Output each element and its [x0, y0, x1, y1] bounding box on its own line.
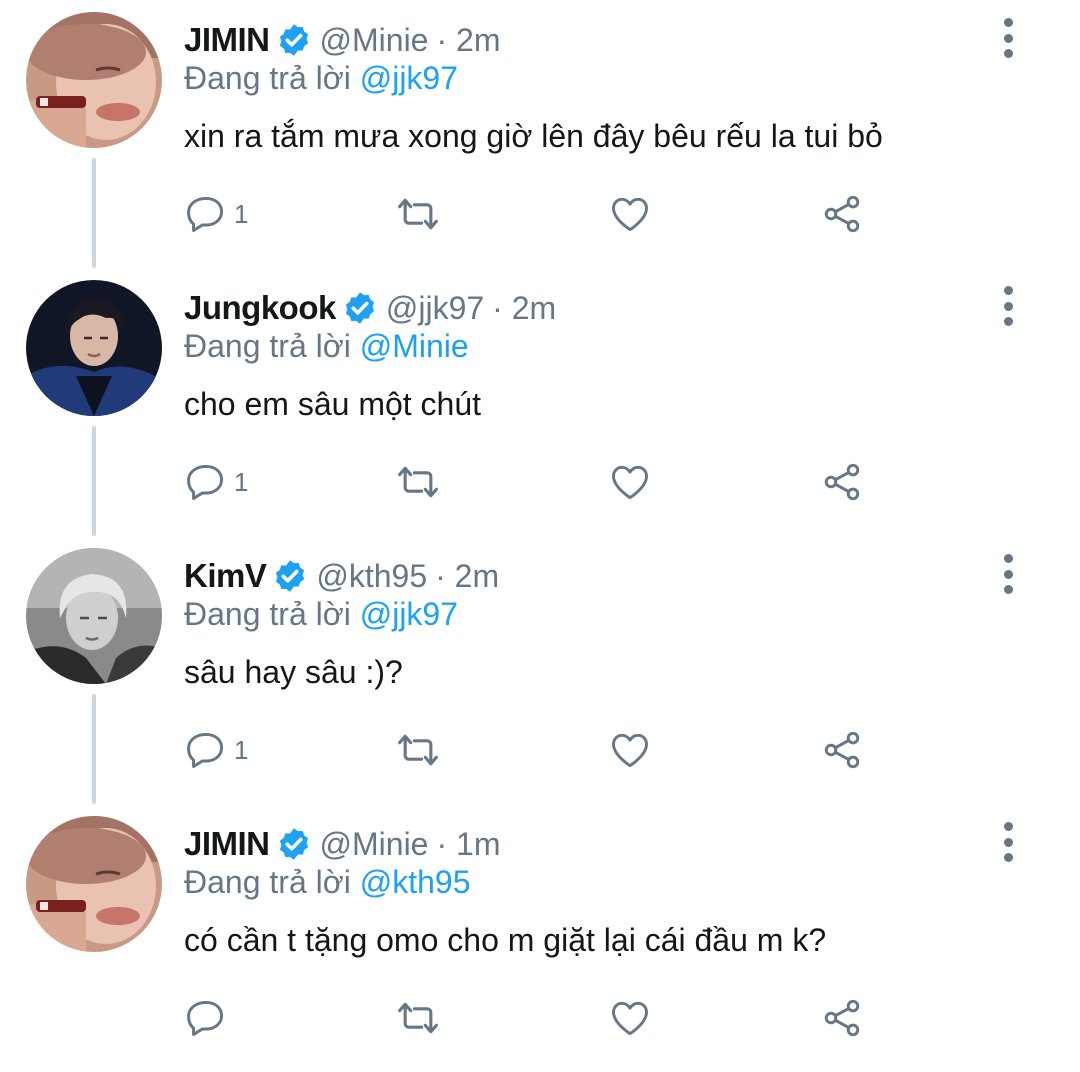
- tweet-text: có cần t tặng omo cho m giặt lại cái đầu…: [184, 922, 827, 958]
- handle[interactable]: @kth95: [316, 558, 427, 595]
- share-icon: [824, 731, 860, 769]
- verified-badge-icon: [345, 292, 374, 324]
- verified-badge-icon: [279, 828, 308, 860]
- display-name[interactable]: Jungkook: [184, 289, 336, 327]
- share-icon: [824, 463, 860, 501]
- reply-icon: [187, 196, 224, 232]
- mention-link[interactable]: @Minie: [360, 328, 469, 364]
- tweet-actions: [184, 992, 884, 1044]
- avatar[interactable]: [26, 280, 162, 416]
- reply-count: 1: [234, 734, 249, 765]
- like-button[interactable]: [608, 992, 652, 1044]
- tweet-actions: 1: [184, 456, 884, 508]
- replying-to: Đang trả lời @jjk97: [184, 60, 458, 97]
- tweet-text: cho em sâu một chút: [184, 386, 482, 422]
- more-options-icon[interactable]: [990, 554, 1026, 594]
- retweet-icon: [398, 198, 438, 230]
- retweet-icon: [398, 1002, 438, 1034]
- more-options-icon[interactable]: [990, 286, 1026, 326]
- reply-button[interactable]: 1: [184, 188, 248, 240]
- more-options-icon[interactable]: [990, 822, 1026, 862]
- tweet-text: sâu hay sâu :)?: [184, 654, 403, 690]
- mention-link[interactable]: @kth95: [360, 864, 471, 900]
- reply-button[interactable]: 1: [184, 456, 248, 508]
- retweet-button[interactable]: [394, 992, 442, 1044]
- replying-to-label: Đang trả lời: [184, 328, 351, 364]
- timestamp: · 2m: [492, 289, 557, 326]
- retweet-icon: [398, 466, 438, 498]
- verified-badge-icon: [276, 560, 305, 592]
- reply-icon: [187, 732, 224, 768]
- heart-icon: [612, 465, 648, 500]
- retweet-button[interactable]: [394, 188, 442, 240]
- reply-count: 1: [234, 198, 249, 229]
- display-name[interactable]: KimV: [184, 557, 267, 595]
- tweet-header: JIMIN @Minie · 2m: [184, 18, 500, 62]
- handle[interactable]: @Minie: [320, 826, 429, 863]
- share-icon: [824, 195, 860, 233]
- retweet-icon: [398, 734, 438, 766]
- retweet-button[interactable]: [394, 724, 442, 776]
- like-button[interactable]: [608, 456, 652, 508]
- heart-icon: [612, 197, 648, 232]
- retweet-button[interactable]: [394, 456, 442, 508]
- avatar[interactable]: [26, 548, 162, 684]
- avatar[interactable]: [26, 12, 162, 148]
- tweet-text: xin ra tắm mưa xong giờ lên đây bêu rếu …: [184, 118, 883, 154]
- heart-icon: [612, 733, 648, 768]
- reply-button[interactable]: [184, 992, 234, 1044]
- tweet[interactable]: KimV @kth95 · 2m Đang trả lời @jjk97 sâu…: [0, 536, 1080, 804]
- mention-link[interactable]: @jjk97: [360, 596, 458, 632]
- mention-link[interactable]: @jjk97: [360, 60, 458, 96]
- reply-count: 1: [234, 466, 249, 497]
- tweet[interactable]: JIMIN @Minie · 2m Đang trả lời @jjk97 xi…: [0, 0, 1080, 268]
- replying-to-label: Đang trả lời: [184, 864, 351, 900]
- display-name[interactable]: JIMIN: [184, 825, 270, 863]
- replying-to-label: Đang trả lời: [184, 60, 351, 96]
- tweet[interactable]: Jungkook @jjk97 · 2m Đang trả lời @Minie…: [0, 268, 1080, 536]
- verified-badge-icon: [279, 24, 308, 56]
- share-button[interactable]: [820, 456, 864, 508]
- share-button[interactable]: [820, 724, 864, 776]
- more-options-icon[interactable]: [990, 18, 1026, 58]
- timestamp: · 2m: [436, 21, 501, 58]
- handle[interactable]: @jjk97: [386, 290, 484, 327]
- reply-icon: [187, 1000, 224, 1036]
- handle[interactable]: @Minie: [320, 22, 429, 59]
- like-button[interactable]: [608, 724, 652, 776]
- tweet-header: Jungkook @jjk97 · 2m: [184, 286, 556, 330]
- like-button[interactable]: [608, 188, 652, 240]
- reply-button[interactable]: 1: [184, 724, 248, 776]
- tweet-header: KimV @kth95 · 2m: [184, 554, 499, 598]
- replying-to-label: Đang trả lời: [184, 596, 351, 632]
- tweet-actions: 1: [184, 724, 884, 776]
- avatar[interactable]: [26, 816, 162, 952]
- replying-to: Đang trả lời @jjk97: [184, 596, 458, 633]
- timestamp: · 2m: [435, 557, 500, 594]
- share-icon: [824, 999, 860, 1037]
- display-name[interactable]: JIMIN: [184, 21, 270, 59]
- timestamp: · 1m: [436, 825, 501, 862]
- reply-icon: [187, 464, 224, 500]
- share-button[interactable]: [820, 992, 864, 1044]
- replying-to: Đang trả lời @kth95: [184, 864, 470, 901]
- replying-to: Đang trả lời @Minie: [184, 328, 469, 365]
- tweet-header: JIMIN @Minie · 1m: [184, 822, 500, 866]
- share-button[interactable]: [820, 188, 864, 240]
- tweet-actions: 1: [184, 188, 884, 240]
- heart-icon: [612, 1001, 648, 1036]
